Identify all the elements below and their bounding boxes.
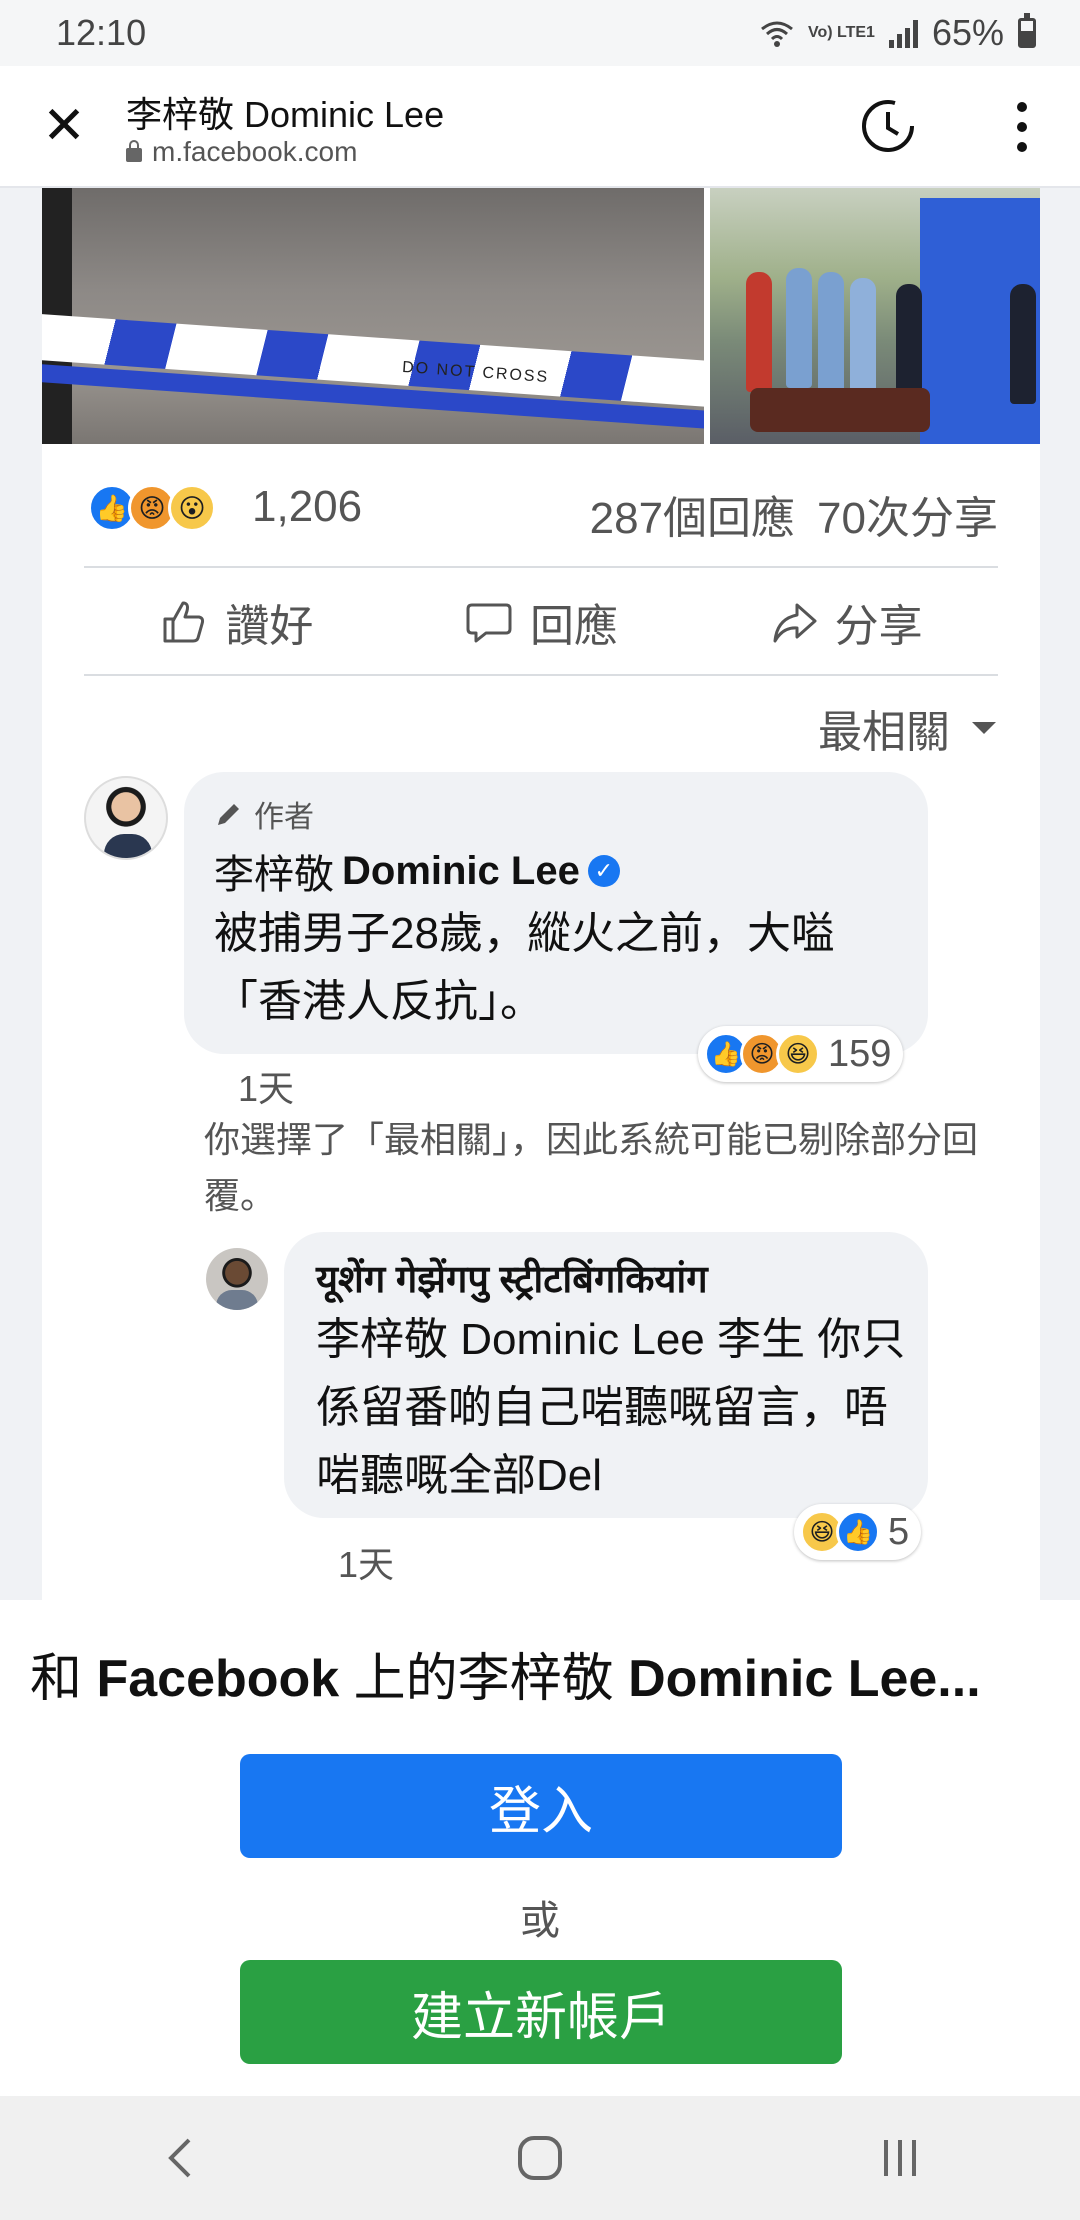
thumbs-up-icon — [163, 601, 205, 643]
more-menu-icon[interactable] — [1014, 102, 1030, 152]
network-label: Vo) LTE1 — [807, 24, 875, 41]
url-display[interactable]: m.facebook.com — [126, 136, 357, 168]
comment-reactions[interactable]: 😆 👍 5 — [794, 1504, 922, 1560]
caret-down-icon — [972, 722, 996, 734]
post-actions: 讚好 回應 分享 — [84, 570, 998, 674]
headline-name: Dominic Lee... — [628, 1650, 981, 1708]
login-prompt-sheet: 和 Facebook 上的李梓敬 Dominic Lee... 登入 或 建立新… — [0, 1600, 1080, 2096]
divider — [84, 566, 998, 568]
system-nav-bar — [0, 2096, 1080, 2220]
status-time: 12:10 — [56, 12, 147, 53]
verified-badge-icon: ✓ — [587, 855, 620, 887]
login-button[interactable]: 登入 — [240, 1754, 842, 1858]
comment-label: 回應 — [529, 602, 618, 651]
signal-icon — [888, 18, 918, 48]
post-photo-1[interactable]: DO NOT CROSS — [42, 188, 704, 444]
sort-label: 最相關 — [818, 708, 950, 757]
author-tag-label: 作者 — [254, 801, 314, 834]
wow-reaction-icon: 😮 — [168, 484, 216, 532]
share-label: 分享 — [834, 602, 923, 651]
browser-toolbar: ✕ 李梓敬 Dominic Lee m.facebook.com — [0, 66, 1080, 188]
comment-text: 被捕男子28歲，縱火之前，大嗌「香港人反抗」。 — [214, 909, 835, 1026]
share-icon — [773, 603, 817, 643]
like-label: 讚好 — [225, 602, 314, 651]
comment-author[interactable]: यूशेंग गेझेंगपु स्ट्रीटबिंगकियांग — [316, 1252, 708, 1304]
comment-reactions[interactable]: 👍 😡 😆 159 — [698, 1026, 904, 1082]
haha-reaction-icon: 😆 — [776, 1032, 820, 1076]
divider — [84, 674, 998, 676]
comment-button[interactable]: 回應 — [464, 590, 618, 654]
headline-brand: Facebook — [96, 1650, 340, 1708]
home-icon[interactable] — [490, 2118, 590, 2198]
battery-percent: 65% — [931, 12, 1004, 53]
url-text: m.facebook.com — [152, 136, 358, 167]
reaction-icons[interactable]: 👍 😡 😮 — [88, 484, 216, 532]
comment-time[interactable]: 1天 — [338, 1536, 394, 1588]
share-count[interactable]: 70次分享 — [817, 482, 998, 546]
comment-count[interactable]: 287個回應 — [590, 482, 795, 546]
comment-bubble: 作者 李梓敬 Dominic Lee ✓ 被捕男子28歲，縱火之前，大嗌「香港人… — [184, 772, 928, 1054]
share-button[interactable]: 分享 — [769, 590, 923, 654]
filter-notice: 你選擇了「最相關」，因此系統可能已剔除部分回覆。 — [204, 1119, 979, 1216]
comment-time[interactable]: 1天 — [238, 1060, 294, 1112]
wifi-icon — [761, 21, 793, 47]
like-reaction-icon: 👍 — [836, 1510, 880, 1554]
headline-prefix: 和 — [30, 1650, 83, 1708]
comment-icon — [466, 603, 512, 643]
like-button[interactable]: 讚好 — [159, 590, 313, 654]
reaction-count[interactable]: 1,206 — [252, 482, 362, 532]
status-bar: 12:10 Vo) LTE1 65% — [0, 0, 1080, 66]
status-icons: Vo) LTE1 65% — [760, 12, 1036, 54]
or-separator: 或 — [520, 1899, 560, 1943]
page-title: 李梓敬 Dominic Lee — [126, 94, 445, 135]
create-account-button[interactable]: 建立新帳戶 — [240, 1960, 842, 2064]
comment-reaction-count: 159 — [828, 1032, 892, 1075]
comment-text: 李梓敬 Dominic Lee 李生 你只係留番啲自己啱聽嘅留言，唔啱聽嘅全部D… — [316, 1315, 906, 1500]
headline-mid: 上的李梓敬 — [353, 1650, 614, 1708]
pen-icon — [218, 804, 239, 825]
comment-reaction-count: 5 — [888, 1510, 910, 1553]
post-photo-2[interactable] — [710, 188, 1040, 444]
post-card: DO NOT CROSS 👍 😡 😮 1,206 287個回應 70次分享 讚好 — [42, 188, 1040, 1600]
author-name-en: Dominic Lee — [342, 848, 580, 893]
author-name-cn: 李梓敬 — [214, 853, 334, 897]
comment-bubble: यूशेंग गेझेंगपु स्ट्रीटबिंगकियांग 李梓敬 Do… — [284, 1232, 928, 1518]
avatar[interactable] — [84, 776, 168, 860]
avatar[interactable] — [206, 1248, 268, 1310]
recent-apps-icon[interactable] — [850, 2118, 950, 2198]
post-stats: 👍 😡 😮 1,206 287個回應 70次分享 — [88, 474, 998, 546]
lock-icon — [126, 140, 142, 162]
comment-sort-dropdown[interactable]: 最相關 — [818, 696, 996, 760]
history-icon[interactable] — [856, 94, 920, 158]
login-prompt-headline: 和 Facebook 上的李梓敬 Dominic Lee... — [30, 1636, 1050, 1711]
author-badge: 作者 — [214, 792, 314, 836]
comment-author[interactable]: 李梓敬 Dominic Lee ✓ — [214, 842, 620, 900]
close-icon[interactable]: ✕ — [36, 97, 92, 155]
battery-icon — [1018, 13, 1036, 48]
back-icon[interactable] — [130, 2118, 230, 2198]
